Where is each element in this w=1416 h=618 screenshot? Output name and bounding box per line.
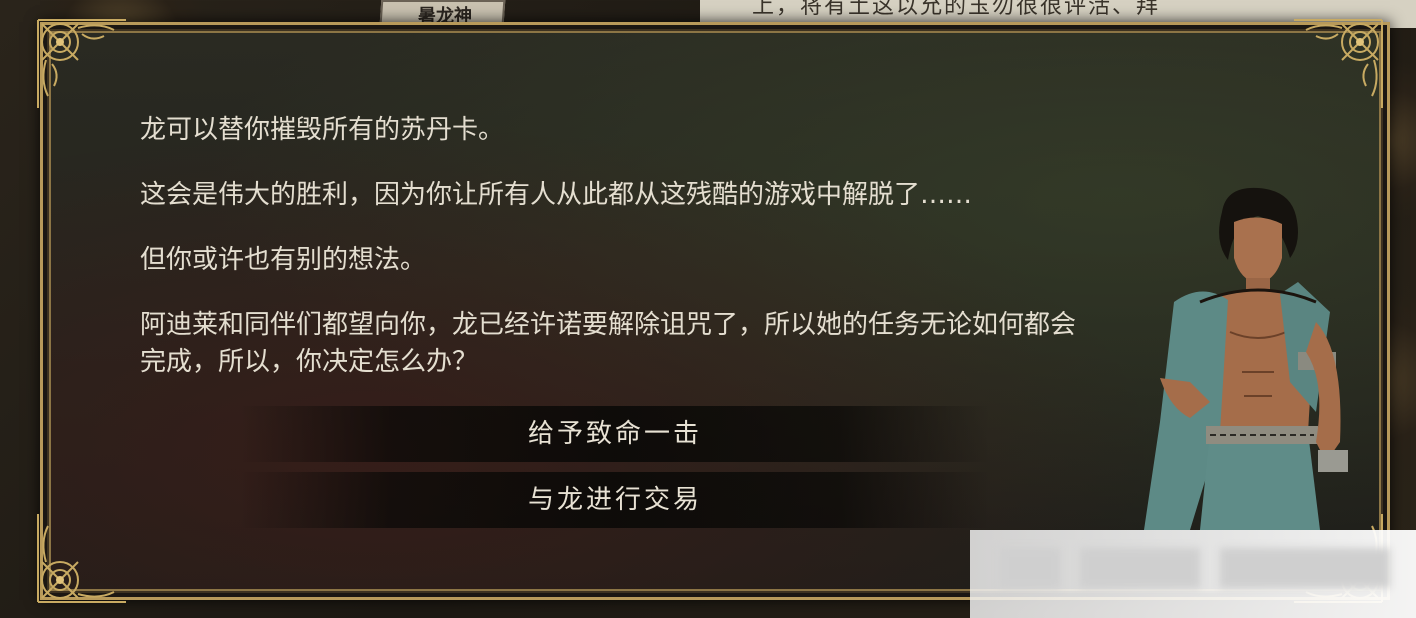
dialog-line: 但你或许也有别的想法。	[140, 245, 427, 275]
choice-fatal-strike-button[interactable]: 给予致命一击	[240, 406, 990, 462]
background-paper-text: 上，将有土这以允的玉勿很很评活、拜	[752, 0, 1161, 19]
dialog-line: 阿迪莱和同伴们都望向你，龙已经许诺要解除诅咒了，所以她的任务无论如何都会完成，所…	[140, 310, 1077, 377]
ornament-corner-icon	[1294, 19, 1383, 108]
watermark-blur-block	[1080, 548, 1200, 588]
dialog-line: 这会是伟大的胜利，因为你让所有人从此都从这残酷的游戏中解脱了……	[140, 180, 973, 210]
dialog-text: 龙可以替你摧毁所有的苏丹卡。 这会是伟大的胜利，因为你让所有人从此都从这残酷的游…	[140, 112, 1100, 381]
watermark-blur-block	[1000, 548, 1060, 588]
ornament-corner-icon	[37, 514, 126, 603]
ornament-corner-icon	[37, 19, 126, 108]
choice-trade-with-dragon-button[interactable]: 与龙进行交易	[240, 472, 990, 528]
character-portrait	[1144, 187, 1348, 530]
dialog-line: 龙可以替你摧毁所有的苏丹卡。	[140, 115, 505, 145]
watermark-blur-block	[1220, 548, 1390, 588]
